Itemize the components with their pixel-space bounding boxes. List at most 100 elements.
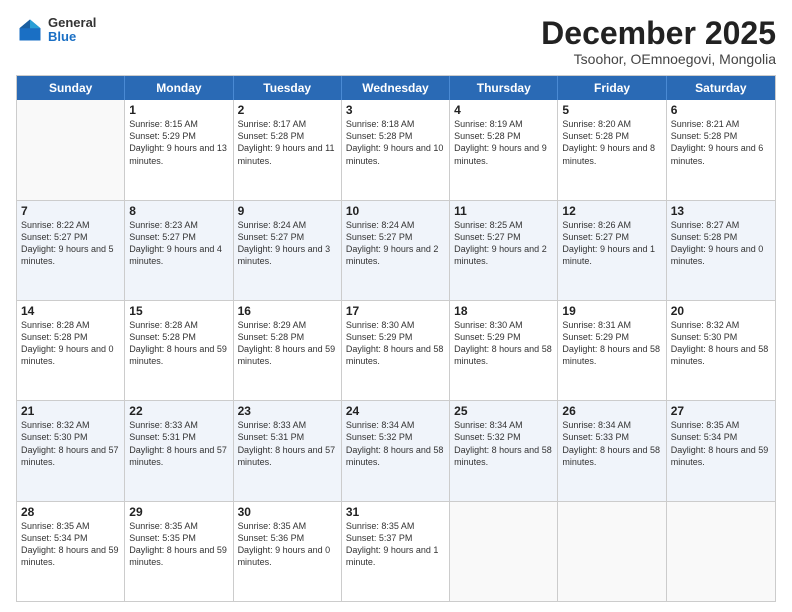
cal-cell: 25Sunrise: 8:34 AM Sunset: 5:32 PM Dayli… xyxy=(450,401,558,500)
day-info: Sunrise: 8:24 AM Sunset: 5:27 PM Dayligh… xyxy=(238,219,337,268)
day-number: 16 xyxy=(238,304,337,318)
day-number: 27 xyxy=(671,404,771,418)
cal-cell: 3Sunrise: 8:18 AM Sunset: 5:28 PM Daylig… xyxy=(342,100,450,199)
cal-cell: 5Sunrise: 8:20 AM Sunset: 5:28 PM Daylig… xyxy=(558,100,666,199)
cal-cell: 2Sunrise: 8:17 AM Sunset: 5:28 PM Daylig… xyxy=(234,100,342,199)
day-info: Sunrise: 8:34 AM Sunset: 5:32 PM Dayligh… xyxy=(454,419,553,468)
logo: General Blue xyxy=(16,16,96,45)
logo-general: General xyxy=(48,16,96,30)
day-number: 3 xyxy=(346,103,445,117)
header-tuesday: Tuesday xyxy=(234,76,342,100)
cal-cell: 24Sunrise: 8:34 AM Sunset: 5:32 PM Dayli… xyxy=(342,401,450,500)
cal-cell xyxy=(450,502,558,601)
logo-icon xyxy=(16,16,44,44)
cal-cell: 10Sunrise: 8:24 AM Sunset: 5:27 PM Dayli… xyxy=(342,201,450,300)
cal-cell: 21Sunrise: 8:32 AM Sunset: 5:30 PM Dayli… xyxy=(17,401,125,500)
day-number: 5 xyxy=(562,103,661,117)
header-saturday: Saturday xyxy=(667,76,775,100)
day-info: Sunrise: 8:23 AM Sunset: 5:27 PM Dayligh… xyxy=(129,219,228,268)
cal-cell: 11Sunrise: 8:25 AM Sunset: 5:27 PM Dayli… xyxy=(450,201,558,300)
day-number: 19 xyxy=(562,304,661,318)
day-info: Sunrise: 8:26 AM Sunset: 5:27 PM Dayligh… xyxy=(562,219,661,268)
day-info: Sunrise: 8:32 AM Sunset: 5:30 PM Dayligh… xyxy=(21,419,120,468)
day-number: 26 xyxy=(562,404,661,418)
day-number: 24 xyxy=(346,404,445,418)
cal-cell: 29Sunrise: 8:35 AM Sunset: 5:35 PM Dayli… xyxy=(125,502,233,601)
day-info: Sunrise: 8:32 AM Sunset: 5:30 PM Dayligh… xyxy=(671,319,771,368)
cal-cell: 31Sunrise: 8:35 AM Sunset: 5:37 PM Dayli… xyxy=(342,502,450,601)
day-number: 21 xyxy=(21,404,120,418)
day-info: Sunrise: 8:15 AM Sunset: 5:29 PM Dayligh… xyxy=(129,118,228,167)
day-number: 22 xyxy=(129,404,228,418)
cal-week-row: 1Sunrise: 8:15 AM Sunset: 5:29 PM Daylig… xyxy=(17,100,775,200)
day-info: Sunrise: 8:33 AM Sunset: 5:31 PM Dayligh… xyxy=(238,419,337,468)
header-thursday: Thursday xyxy=(450,76,558,100)
cal-cell: 27Sunrise: 8:35 AM Sunset: 5:34 PM Dayli… xyxy=(667,401,775,500)
day-number: 13 xyxy=(671,204,771,218)
day-info: Sunrise: 8:30 AM Sunset: 5:29 PM Dayligh… xyxy=(346,319,445,368)
day-number: 30 xyxy=(238,505,337,519)
day-info: Sunrise: 8:31 AM Sunset: 5:29 PM Dayligh… xyxy=(562,319,661,368)
logo-text: General Blue xyxy=(48,16,96,45)
cal-cell: 7Sunrise: 8:22 AM Sunset: 5:27 PM Daylig… xyxy=(17,201,125,300)
cal-cell: 18Sunrise: 8:30 AM Sunset: 5:29 PM Dayli… xyxy=(450,301,558,400)
calendar-body: 1Sunrise: 8:15 AM Sunset: 5:29 PM Daylig… xyxy=(17,100,775,601)
header: General Blue December 2025 Tsoohor, OEmn… xyxy=(16,16,776,67)
day-info: Sunrise: 8:35 AM Sunset: 5:34 PM Dayligh… xyxy=(671,419,771,468)
day-number: 4 xyxy=(454,103,553,117)
day-info: Sunrise: 8:34 AM Sunset: 5:33 PM Dayligh… xyxy=(562,419,661,468)
calendar: Sunday Monday Tuesday Wednesday Thursday… xyxy=(16,75,776,602)
day-number: 14 xyxy=(21,304,120,318)
cal-cell: 16Sunrise: 8:29 AM Sunset: 5:28 PM Dayli… xyxy=(234,301,342,400)
cal-week-row: 7Sunrise: 8:22 AM Sunset: 5:27 PM Daylig… xyxy=(17,201,775,301)
day-number: 15 xyxy=(129,304,228,318)
page: General Blue December 2025 Tsoohor, OEmn… xyxy=(0,0,792,612)
day-number: 12 xyxy=(562,204,661,218)
day-info: Sunrise: 8:28 AM Sunset: 5:28 PM Dayligh… xyxy=(21,319,120,368)
day-info: Sunrise: 8:35 AM Sunset: 5:37 PM Dayligh… xyxy=(346,520,445,569)
cal-week-row: 21Sunrise: 8:32 AM Sunset: 5:30 PM Dayli… xyxy=(17,401,775,501)
header-friday: Friday xyxy=(558,76,666,100)
cal-cell: 28Sunrise: 8:35 AM Sunset: 5:34 PM Dayli… xyxy=(17,502,125,601)
day-number: 9 xyxy=(238,204,337,218)
cal-cell: 14Sunrise: 8:28 AM Sunset: 5:28 PM Dayli… xyxy=(17,301,125,400)
header-monday: Monday xyxy=(125,76,233,100)
day-number: 29 xyxy=(129,505,228,519)
day-info: Sunrise: 8:33 AM Sunset: 5:31 PM Dayligh… xyxy=(129,419,228,468)
cal-cell: 17Sunrise: 8:30 AM Sunset: 5:29 PM Dayli… xyxy=(342,301,450,400)
cal-cell: 9Sunrise: 8:24 AM Sunset: 5:27 PM Daylig… xyxy=(234,201,342,300)
subtitle: Tsoohor, OEmnoegovi, Mongolia xyxy=(541,51,776,67)
day-info: Sunrise: 8:17 AM Sunset: 5:28 PM Dayligh… xyxy=(238,118,337,167)
day-info: Sunrise: 8:34 AM Sunset: 5:32 PM Dayligh… xyxy=(346,419,445,468)
cal-cell: 4Sunrise: 8:19 AM Sunset: 5:28 PM Daylig… xyxy=(450,100,558,199)
day-number: 11 xyxy=(454,204,553,218)
day-number: 20 xyxy=(671,304,771,318)
cal-cell: 23Sunrise: 8:33 AM Sunset: 5:31 PM Dayli… xyxy=(234,401,342,500)
cal-cell: 22Sunrise: 8:33 AM Sunset: 5:31 PM Dayli… xyxy=(125,401,233,500)
calendar-header: Sunday Monday Tuesday Wednesday Thursday… xyxy=(17,76,775,100)
day-info: Sunrise: 8:27 AM Sunset: 5:28 PM Dayligh… xyxy=(671,219,771,268)
cal-cell: 30Sunrise: 8:35 AM Sunset: 5:36 PM Dayli… xyxy=(234,502,342,601)
day-info: Sunrise: 8:24 AM Sunset: 5:27 PM Dayligh… xyxy=(346,219,445,268)
day-number: 1 xyxy=(129,103,228,117)
cal-cell: 26Sunrise: 8:34 AM Sunset: 5:33 PM Dayli… xyxy=(558,401,666,500)
day-number: 23 xyxy=(238,404,337,418)
day-info: Sunrise: 8:19 AM Sunset: 5:28 PM Dayligh… xyxy=(454,118,553,167)
day-info: Sunrise: 8:22 AM Sunset: 5:27 PM Dayligh… xyxy=(21,219,120,268)
day-info: Sunrise: 8:35 AM Sunset: 5:35 PM Dayligh… xyxy=(129,520,228,569)
cal-cell: 1Sunrise: 8:15 AM Sunset: 5:29 PM Daylig… xyxy=(125,100,233,199)
day-number: 31 xyxy=(346,505,445,519)
day-number: 17 xyxy=(346,304,445,318)
day-number: 2 xyxy=(238,103,337,117)
day-number: 28 xyxy=(21,505,120,519)
title-block: December 2025 Tsoohor, OEmnoegovi, Mongo… xyxy=(541,16,776,67)
cal-week-row: 14Sunrise: 8:28 AM Sunset: 5:28 PM Dayli… xyxy=(17,301,775,401)
day-info: Sunrise: 8:35 AM Sunset: 5:36 PM Dayligh… xyxy=(238,520,337,569)
cal-cell: 13Sunrise: 8:27 AM Sunset: 5:28 PM Dayli… xyxy=(667,201,775,300)
day-info: Sunrise: 8:20 AM Sunset: 5:28 PM Dayligh… xyxy=(562,118,661,167)
day-number: 8 xyxy=(129,204,228,218)
cal-cell: 12Sunrise: 8:26 AM Sunset: 5:27 PM Dayli… xyxy=(558,201,666,300)
month-title: December 2025 xyxy=(541,16,776,51)
day-number: 7 xyxy=(21,204,120,218)
cal-cell: 19Sunrise: 8:31 AM Sunset: 5:29 PM Dayli… xyxy=(558,301,666,400)
